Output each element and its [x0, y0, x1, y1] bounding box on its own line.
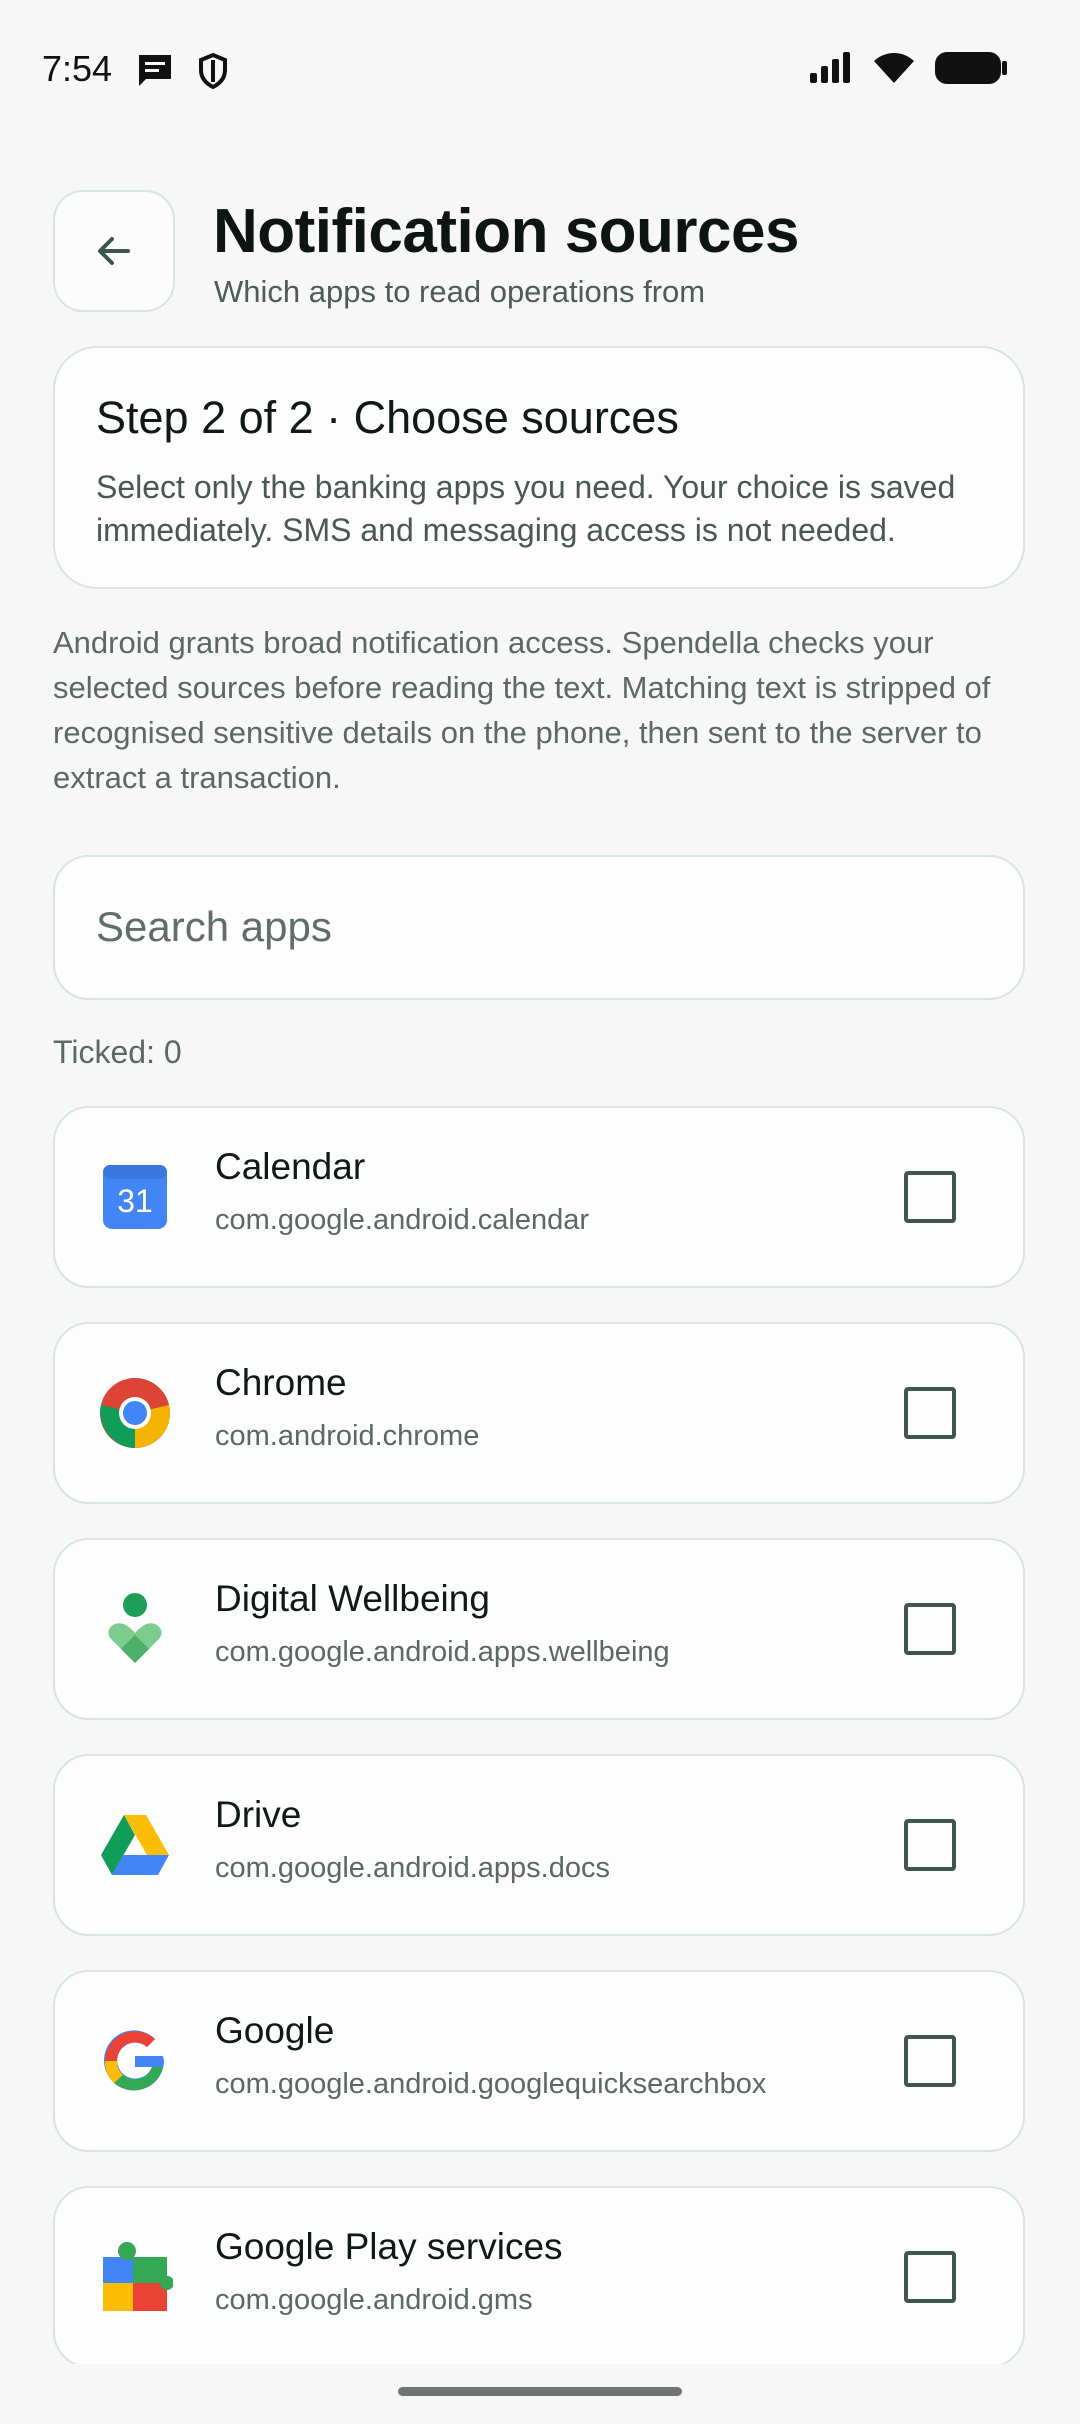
app-package: com.google.android.apps.docs [215, 1852, 610, 1884]
shield-icon [196, 52, 230, 95]
app-package: com.google.android.googlequicksearchbox [215, 2068, 767, 2100]
app-checkbox[interactable] [904, 2035, 956, 2087]
message-icon [136, 52, 174, 93]
app-package: com.android.chrome [215, 1420, 480, 1452]
calendar-icon: 31 [97, 1159, 173, 1235]
app-package: com.google.android.apps.wellbeing [215, 1636, 670, 1668]
app-name: Drive [215, 1794, 302, 1835]
step-description: Select only the banking apps you need. Y… [96, 469, 956, 548]
app-checkbox[interactable] [904, 2251, 956, 2303]
app-package: com.google.android.calendar [215, 1204, 590, 1236]
list-item[interactable]: Digital Wellbeing com.google.android.app… [53, 1538, 1025, 1720]
step-title: Step 2 of 2 · Choose sources [96, 392, 679, 443]
battery-icon [934, 50, 1008, 91]
drive-icon [97, 1807, 173, 1883]
status-time: 7:54 [42, 48, 113, 89]
search-placeholder: Search apps [96, 903, 332, 950]
list-item[interactable]: Google Play services com.google.android.… [53, 2186, 1025, 2364]
google-icon [97, 2023, 173, 2099]
page-header: Notification sources Which apps to read … [53, 190, 1033, 315]
play-services-icon [97, 2239, 174, 2315]
list-item[interactable]: 31 Calendar com.google.android.calendar [53, 1106, 1025, 1288]
app-checkbox[interactable] [904, 1603, 956, 1655]
step-card: Step 2 of 2 · Choose sources Select only… [53, 346, 1025, 589]
app-name: Google Play services [215, 2226, 563, 2267]
ticked-count: Ticked: 0 [53, 1034, 182, 1070]
list-item[interactable]: Drive com.google.android.apps.docs [53, 1754, 1025, 1936]
page-title: Notification sources [213, 197, 800, 266]
app-checkbox[interactable] [904, 1819, 956, 1871]
app-name: Chrome [215, 1362, 347, 1403]
list-item[interactable]: Google com.google.android.googlequicksea… [53, 1970, 1025, 2152]
signal-icon [808, 51, 854, 90]
home-indicator[interactable] [398, 2387, 682, 2396]
privacy-info-text: Android grants broad notification access… [53, 625, 991, 795]
status-bar: 7:54 [0, 0, 1080, 140]
search-input[interactable]: Search apps [53, 855, 1025, 1000]
app-name: Calendar [215, 1146, 366, 1187]
app-name: Google [215, 2010, 335, 2051]
wifi-icon [872, 51, 916, 90]
arrow-left-icon [98, 237, 130, 265]
page-subtitle: Which apps to read operations from [214, 274, 706, 309]
app-name: Digital Wellbeing [215, 1578, 490, 1619]
svg-text:31: 31 [117, 1183, 153, 1219]
app-checkbox[interactable] [904, 1171, 956, 1223]
app-list[interactable]: 31 Calendar com.google.android.calendar … [53, 1106, 1025, 2364]
back-button[interactable] [53, 190, 175, 312]
chrome-icon [97, 1375, 173, 1451]
app-checkbox[interactable] [904, 1387, 956, 1439]
list-item[interactable]: Chrome com.android.chrome [53, 1322, 1025, 1504]
app-package: com.google.android.gms [215, 2284, 533, 2316]
wellbeing-icon [97, 1591, 173, 1667]
